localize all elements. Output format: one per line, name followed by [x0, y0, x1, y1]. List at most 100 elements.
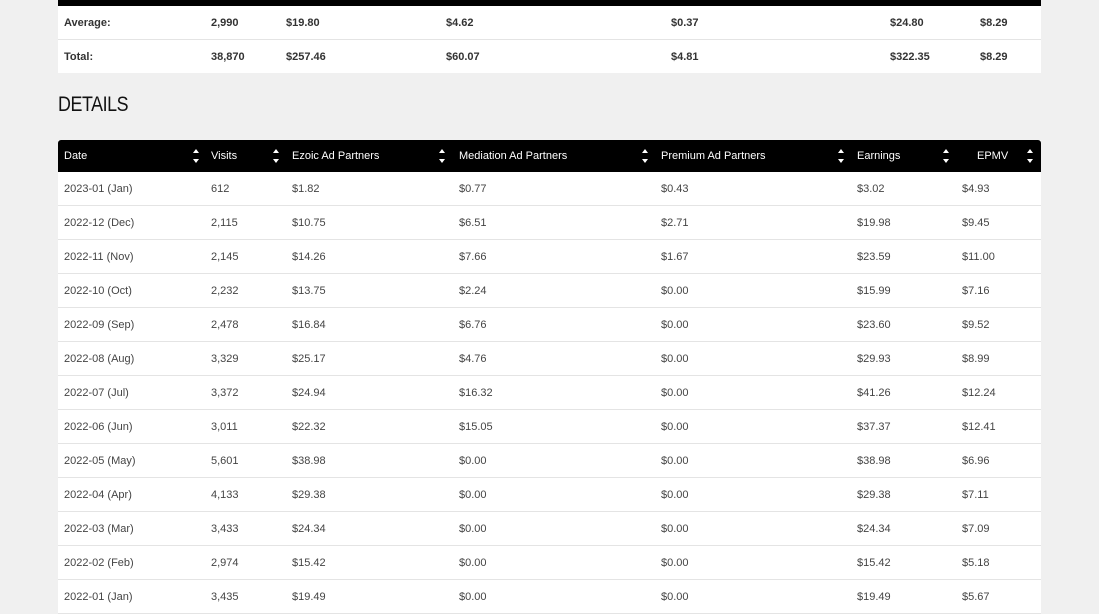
column-label: Visits — [211, 150, 238, 162]
summary-row-average: Average: 2,990 $19.80 $4.62 $0.37 $24.80… — [58, 6, 1041, 40]
cell-mediation: $0.00 — [459, 556, 487, 569]
table-row: 2022-05 (May) 5,601 $38.98 $0.00 $0.00 $38.98… — [58, 444, 1041, 478]
cell-visits: 2,115 — [211, 216, 238, 229]
cell-visits: 3,435 — [211, 590, 239, 603]
cell-ezoic: $15.42 — [292, 556, 326, 569]
cell-ezoic: $13.75 — [292, 284, 326, 297]
cell-ezoic: $10.75 — [292, 216, 326, 229]
sort-icon[interactable] — [438, 148, 446, 164]
cell-premium: $2.71 — [661, 216, 689, 229]
cell-epmv: $7.16 — [962, 284, 990, 297]
cell-ezoic: $25.17 — [292, 352, 326, 365]
cell-date: 2022-02 (Feb) — [64, 556, 134, 569]
cell-mediation: $0.00 — [459, 590, 487, 603]
column-header-date[interactable]: Date — [64, 140, 87, 172]
column-label: Ezoic Ad Partners — [292, 150, 380, 162]
table-row: 2022-04 (Apr) 4,133 $29.38 $0.00 $0.00 $29.38… — [58, 478, 1041, 512]
cell-mediation: $0.77 — [459, 182, 487, 195]
summary-label: Total: — [64, 50, 94, 63]
cell-earnings: $29.38 — [857, 488, 891, 501]
cell-premium: $0.00 — [661, 522, 689, 535]
cell-premium: $0.00 — [661, 556, 689, 569]
cell-earnings: $23.59 — [857, 250, 891, 263]
sort-icon[interactable] — [272, 148, 280, 164]
column-label: EPMV — [977, 150, 1009, 162]
details-table-body: 2023-01 (Jan) 612 $1.82 $0.77 $0.43 $3.02 $4.9… — [58, 172, 1041, 614]
cell-mediation: $4.76 — [459, 352, 487, 365]
cell-premium: $0.00 — [661, 284, 689, 297]
cell-date: 2023-01 (Jan) — [64, 182, 133, 195]
cell-earnings: $19.98 — [857, 216, 891, 229]
cell-mediation: $15.05 — [459, 420, 493, 433]
cell-visits: 612 — [211, 182, 230, 195]
table-row: 2023-01 (Jan) 612 $1.82 $0.77 $0.43 $3.02 $4.9… — [58, 172, 1041, 206]
cell-mediation: $0.00 — [459, 488, 487, 501]
sort-icon[interactable] — [942, 148, 950, 164]
cell-date: 2022-06 (Jun) — [64, 420, 133, 433]
cell-visits: 3,372 — [211, 386, 239, 399]
column-header-visits[interactable]: Visits — [211, 140, 237, 172]
details-table: Date Visits Ezoic Ad Partners Mediation … — [58, 140, 1041, 614]
cell-date: 2022-07 (Jul) — [64, 386, 129, 399]
cell-visits: 2,145 — [211, 250, 239, 263]
cell-premium: $0.00 — [661, 318, 689, 331]
summary-earnings: $322.35 — [890, 50, 930, 63]
summary-ezoic: $19.80 — [286, 16, 320, 29]
column-header-mediation[interactable]: Mediation Ad Partners — [459, 140, 567, 172]
cell-date: 2022-09 (Sep) — [64, 318, 135, 331]
details-heading: DETAILS — [58, 93, 129, 116]
cell-date: 2022-01 (Jan) — [64, 590, 133, 603]
summary-label: Average: — [64, 16, 111, 29]
cell-visits: 2,974 — [211, 556, 239, 569]
cell-earnings: $19.49 — [857, 590, 891, 603]
cell-visits: 4,133 — [211, 488, 239, 501]
cell-epmv: $8.99 — [962, 352, 990, 365]
cell-date: 2022-04 (Apr) — [64, 488, 132, 501]
column-header-earnings[interactable]: Earnings — [857, 140, 900, 172]
sort-icon[interactable] — [1026, 148, 1034, 164]
sort-icon[interactable] — [641, 148, 649, 164]
cell-date: 2022-03 (Mar) — [64, 522, 134, 535]
cell-epmv: $11.00 — [962, 250, 995, 263]
cell-ezoic: $1.82 — [292, 182, 320, 195]
cell-ezoic: $22.32 — [292, 420, 326, 433]
cell-earnings: $29.93 — [857, 352, 891, 365]
table-row: 2022-07 (Jul) 3,372 $24.94 $16.32 $0.00 $41.2… — [58, 376, 1041, 410]
sort-icon[interactable] — [192, 148, 200, 164]
table-row: 2022-10 (Oct) 2,232 $13.75 $2.24 $0.00 $15.99… — [58, 274, 1041, 308]
summary-premium: $0.37 — [671, 16, 699, 29]
cell-epmv: $9.52 — [962, 318, 990, 331]
summary-visits: 38,870 — [211, 50, 245, 63]
column-header-ezoic[interactable]: Ezoic Ad Partners — [292, 140, 379, 172]
cell-premium: $0.00 — [661, 386, 689, 399]
cell-visits: 3,011 — [211, 420, 238, 433]
column-label: Earnings — [857, 150, 901, 162]
cell-premium: $0.00 — [661, 454, 689, 467]
summary-mediation: $60.07 — [446, 50, 480, 63]
column-header-epmv[interactable]: EPMV — [977, 140, 1008, 172]
sort-icon[interactable] — [837, 148, 845, 164]
cell-mediation: $2.24 — [459, 284, 487, 297]
cell-epmv: $9.45 — [962, 216, 990, 229]
cell-earnings: $38.98 — [857, 454, 891, 467]
cell-visits: 2,232 — [211, 284, 239, 297]
cell-visits: 2,478 — [211, 318, 239, 331]
summary-earnings: $24.80 — [890, 16, 924, 29]
cell-epmv: $7.11 — [962, 488, 989, 501]
details-table-header: Date Visits Ezoic Ad Partners Mediation … — [58, 140, 1041, 172]
cell-premium: $0.00 — [661, 420, 689, 433]
cell-epmv: $5.18 — [962, 556, 990, 569]
cell-date: 2022-10 (Oct) — [64, 284, 132, 297]
table-row: 2022-08 (Aug) 3,329 $25.17 $4.76 $0.00 $29.93… — [58, 342, 1041, 376]
summary-visits: 2,990 — [211, 16, 239, 29]
cell-ezoic: $24.34 — [292, 522, 326, 535]
cell-date: 2022-12 (Dec) — [64, 216, 135, 229]
summary-ezoic: $257.46 — [286, 50, 326, 63]
cell-date: 2022-08 (Aug) — [64, 352, 135, 365]
summary-epmv: $8.29 — [980, 16, 1008, 29]
cell-earnings: $15.99 — [857, 284, 891, 297]
column-header-premium[interactable]: Premium Ad Partners — [661, 140, 766, 172]
cell-mediation: $6.51 — [459, 216, 487, 229]
column-label: Premium Ad Partners — [661, 150, 766, 162]
cell-premium: $0.00 — [661, 488, 689, 501]
